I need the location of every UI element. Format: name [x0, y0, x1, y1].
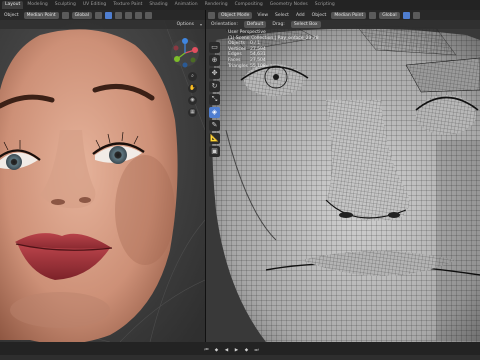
perspective-grid-icon[interactable]: ▦ — [188, 108, 197, 117]
mode-dropdown[interactable]: Object Mode — [218, 11, 253, 19]
jump-end-icon[interactable]: ⏭ — [253, 347, 260, 354]
options-menu[interactable]: Options — [175, 21, 196, 28]
proportional-edit-icon[interactable] — [95, 11, 102, 19]
next-keyframe-icon[interactable]: ◆ — [243, 347, 250, 354]
viewport-stats-overlay: User Perspective (1) Scene Collection | … — [228, 30, 319, 69]
stat-row: Triangles 55,108 — [228, 64, 319, 70]
stat-label: Triangles — [228, 63, 249, 69]
left-viewport-textured[interactable]: Object Median Point Global Options ▾ ⌕ ✋… — [0, 10, 205, 342]
right-viewport-subheader: Orientation: Default Drag: Select Box — [206, 20, 480, 29]
tab-animation[interactable]: Animation — [172, 1, 201, 9]
select-menu[interactable]: Select — [273, 12, 291, 19]
play-reverse-icon[interactable]: ◀ — [223, 347, 230, 354]
prev-keyframe-icon[interactable]: ◆ — [213, 347, 220, 354]
tab-uv-editing[interactable]: UV Editing — [80, 1, 109, 9]
object-menu[interactable]: Object — [2, 12, 21, 19]
orientation-label: Orientation: — [211, 22, 238, 27]
move-icon[interactable]: ✥ — [209, 68, 220, 79]
pivot-dropdown-right[interactable]: Median Point — [331, 11, 367, 19]
navigation-gizmo[interactable] — [170, 38, 200, 68]
jump-start-icon[interactable]: ⏮ — [203, 347, 210, 354]
tab-layout[interactable]: Layout — [2, 1, 24, 9]
drag-dropdown[interactable]: Select Box — [290, 21, 321, 28]
overlay-icon[interactable] — [115, 11, 122, 19]
editor-type-icon[interactable] — [208, 11, 215, 19]
add-cube-icon[interactable]: ▣ — [209, 146, 220, 157]
scale-icon[interactable]: ⤡ — [209, 94, 220, 105]
tab-geometry-nodes[interactable]: Geometry Nodes — [267, 1, 311, 9]
play-icon[interactable]: ▶ — [233, 347, 240, 354]
drag-label: Drag: — [272, 22, 285, 27]
timeline-track[interactable] — [0, 355, 480, 360]
right-viewport-header: Object Mode View Select Add Object Media… — [206, 10, 480, 20]
xray-icon[interactable] — [125, 11, 132, 19]
transform-orientation-dropdown[interactable]: Global — [71, 11, 92, 19]
tab-shading[interactable]: Shading — [146, 1, 170, 9]
viewport-shading-material-icon[interactable] — [145, 11, 152, 19]
tab-rendering[interactable]: Rendering — [202, 1, 231, 9]
tab-sculpting[interactable]: Sculpting — [52, 1, 79, 9]
snapping-icon-right[interactable] — [402, 11, 410, 19]
camera-view-icon[interactable]: ◉ — [188, 96, 197, 105]
measure-icon[interactable]: 📐 — [209, 133, 220, 144]
view-menu[interactable]: View — [255, 12, 270, 19]
pivot-dropdown[interactable]: Median Point — [23, 11, 59, 19]
annotate-icon[interactable]: ✎ — [209, 120, 220, 131]
snap-icon[interactable] — [61, 11, 69, 19]
zoom-icon[interactable]: ⌕ — [188, 72, 197, 81]
playback-controls: ⏮ ◆ ◀ ▶ ◆ ⏭ — [203, 347, 260, 354]
pan-hand-icon[interactable]: ✋ — [188, 84, 197, 93]
tab-scripting[interactable]: Scripting — [312, 1, 338, 9]
select-box-icon[interactable]: ▭ — [209, 42, 220, 53]
snapping-icon[interactable] — [105, 11, 112, 19]
stat-value: 55,108 — [250, 63, 266, 69]
tab-texture-paint[interactable]: Texture Paint — [110, 1, 145, 9]
tool-shelf: ▭ ⊕ ✥ ↻ ⤡ ◈ ✎ 📐 ▣ — [209, 42, 220, 157]
viewport-shading-solid-icon[interactable] — [135, 11, 142, 19]
workspace-tabs: Layout Modeling Sculpting UV Editing Texture… — [0, 0, 480, 10]
object-menu-right[interactable]: Object — [310, 12, 329, 19]
left-viewport-header: Object Median Point Global — [0, 10, 205, 20]
transform-icon[interactable]: ◈ — [209, 107, 220, 118]
rotate-icon[interactable]: ↻ — [209, 81, 220, 92]
add-menu[interactable]: Add — [294, 12, 307, 19]
snap-icon-right[interactable] — [369, 11, 377, 19]
tab-compositing[interactable]: Compositing — [232, 1, 266, 9]
cursor-icon[interactable]: ⊕ — [209, 55, 220, 66]
overlay-icon-right[interactable] — [412, 11, 420, 19]
tab-modeling[interactable]: Modeling — [24, 1, 50, 9]
timeline-bar: ⏮ ◆ ◀ ▶ ◆ ⏭ — [0, 342, 480, 360]
chevron-down-icon: ▾ — [199, 22, 202, 27]
orientation-dropdown[interactable]: Default — [243, 21, 267, 28]
transform-orientation-dropdown-right[interactable]: Global — [379, 11, 400, 19]
left-viewport-subheader: Options ▾ — [0, 20, 205, 29]
